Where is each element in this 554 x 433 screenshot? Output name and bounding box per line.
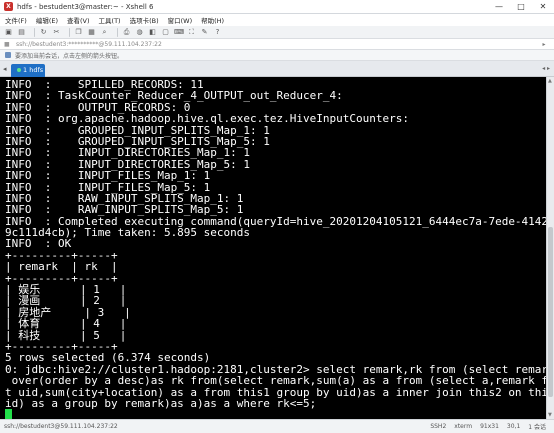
- status-size: 91x31: [480, 423, 499, 430]
- fullscreen-icon[interactable]: ⛶: [187, 28, 196, 37]
- maximize-button[interactable]: □: [510, 0, 532, 14]
- terminal-line: INFO : RAW_INPUT_SPLITS_Map_5: 1: [5, 203, 244, 217]
- status-bar: ssh://bestudent3@59.111.104.237:22 SSH2 …: [0, 419, 554, 433]
- terminal-line: INFO : org.apache.hadoop.hive.ql.exec.te…: [5, 112, 409, 126]
- find-icon[interactable]: ⌕: [100, 28, 109, 37]
- keyboard-icon[interactable]: ⌨: [174, 28, 184, 37]
- menu-bar: 文件(F) 编辑(E) 查看(V) 工具(T) 选项卡(B) 窗口(W) 帮助(…: [0, 14, 554, 26]
- print-icon[interactable]: ⎙: [122, 28, 131, 37]
- hint-bar: 要添加当前会话，点击左侧的箭头按钮。: [0, 50, 554, 61]
- properties-icon[interactable]: ◧: [148, 28, 157, 37]
- scroll-up-icon[interactable]: ▲: [548, 78, 552, 84]
- toolbar: ▣ ▤ ↻ ✂ ❐ ▦ ⌕ ⎙ ◍ ◧ ▢ ⌨ ⛶ ✎ ?: [0, 26, 554, 39]
- terminal-scrollbar[interactable]: ▲ ▼: [546, 77, 554, 419]
- copy-icon[interactable]: ❐: [74, 28, 83, 37]
- close-button[interactable]: ✕: [532, 0, 554, 14]
- help-icon[interactable]: ?: [213, 28, 222, 37]
- status-protocol: SSH2: [430, 423, 447, 430]
- xshell-app-icon: X: [4, 2, 13, 11]
- tab-hdfs[interactable]: 1 hdfs: [11, 64, 45, 77]
- open-folder-icon[interactable]: ▤: [17, 28, 26, 37]
- title-bar: X hdfs - bestudent3@master:~ - Xshell 6 …: [0, 0, 554, 14]
- hint-text: 要添加当前会话，点击左侧的箭头按钮。: [15, 52, 124, 60]
- lock-icon[interactable]: ▢: [161, 28, 170, 37]
- session-manager-icon[interactable]: ◂: [3, 65, 9, 73]
- menu-tab[interactable]: 选项卡(B): [130, 15, 159, 25]
- scroll-down-icon[interactable]: ▼: [548, 412, 552, 418]
- toolbar-divider: [34, 27, 35, 37]
- terminal-line: | remark | rk |: [5, 260, 118, 274]
- disconnect-icon[interactable]: ✂: [52, 28, 61, 37]
- tab-label: 1 hdfs: [23, 66, 44, 74]
- menu-window[interactable]: 窗口(W): [168, 15, 193, 25]
- globe-icon[interactable]: ◍: [135, 28, 144, 37]
- new-session-icon[interactable]: ▣: [4, 28, 13, 37]
- menu-file[interactable]: 文件(F): [5, 15, 27, 25]
- status-connection: ssh://bestudent3@59.111.104.237:22: [4, 423, 118, 430]
- status-cursor-position: 30,1: [506, 423, 521, 430]
- minimize-button[interactable]: —: [488, 0, 510, 14]
- terminal-line: INFO : INPUT_FILES_Map_1: 1: [5, 169, 211, 183]
- terminal-cursor: [5, 409, 12, 419]
- status-session-count: 1 会话: [528, 424, 546, 431]
- status-terminal-type: xterm: [454, 423, 473, 430]
- reconnect-icon[interactable]: ↻: [39, 28, 48, 37]
- terminal-line: 9c111d4cb); Time taken: 5.895 seconds: [5, 226, 251, 240]
- bookmark-icon: [5, 52, 11, 58]
- address-lock-icon: ■: [4, 40, 10, 48]
- terminal-line: id) as a group by remark)as a)as a where…: [5, 396, 317, 410]
- terminal-line: | 体育 | 4 |: [5, 317, 127, 331]
- menu-tools[interactable]: 工具(T): [99, 15, 121, 25]
- address-bar: ■ ssh://bestudent3:**********@59.111.104…: [0, 39, 554, 50]
- menu-edit[interactable]: 编辑(E): [36, 15, 58, 25]
- address-go-button[interactable]: ▸: [534, 41, 554, 48]
- address-input[interactable]: ssh://bestudent3:**********@59.111.104.2…: [16, 41, 534, 48]
- script-icon[interactable]: ✎: [200, 28, 209, 37]
- session-tab-bar: ◂ 1 hdfs ◂ ▸: [0, 61, 554, 77]
- menu-view[interactable]: 查看(V): [67, 15, 90, 25]
- connected-status-icon: [17, 68, 21, 72]
- window-title: hdfs - bestudent3@master:~ - Xshell 6: [17, 2, 154, 11]
- paste-icon[interactable]: ▦: [87, 28, 96, 37]
- terminal-output[interactable]: INFO : SPILLED_RECORDS: 11 INFO : TaskCo…: [0, 77, 546, 419]
- terminal-line: over(order by a desc)as rk from(select r…: [11, 374, 546, 388]
- menu-help[interactable]: 帮助(H): [201, 15, 224, 25]
- toolbar-divider: [117, 27, 118, 37]
- toolbar-divider: [69, 27, 70, 37]
- tab-scroll-arrows-icon[interactable]: ◂ ▸: [542, 65, 550, 72]
- window-controls: — □ ✕: [488, 0, 554, 14]
- terminal-prompt-line[interactable]: [5, 409, 546, 419]
- scrollbar-thumb[interactable]: [548, 227, 553, 397]
